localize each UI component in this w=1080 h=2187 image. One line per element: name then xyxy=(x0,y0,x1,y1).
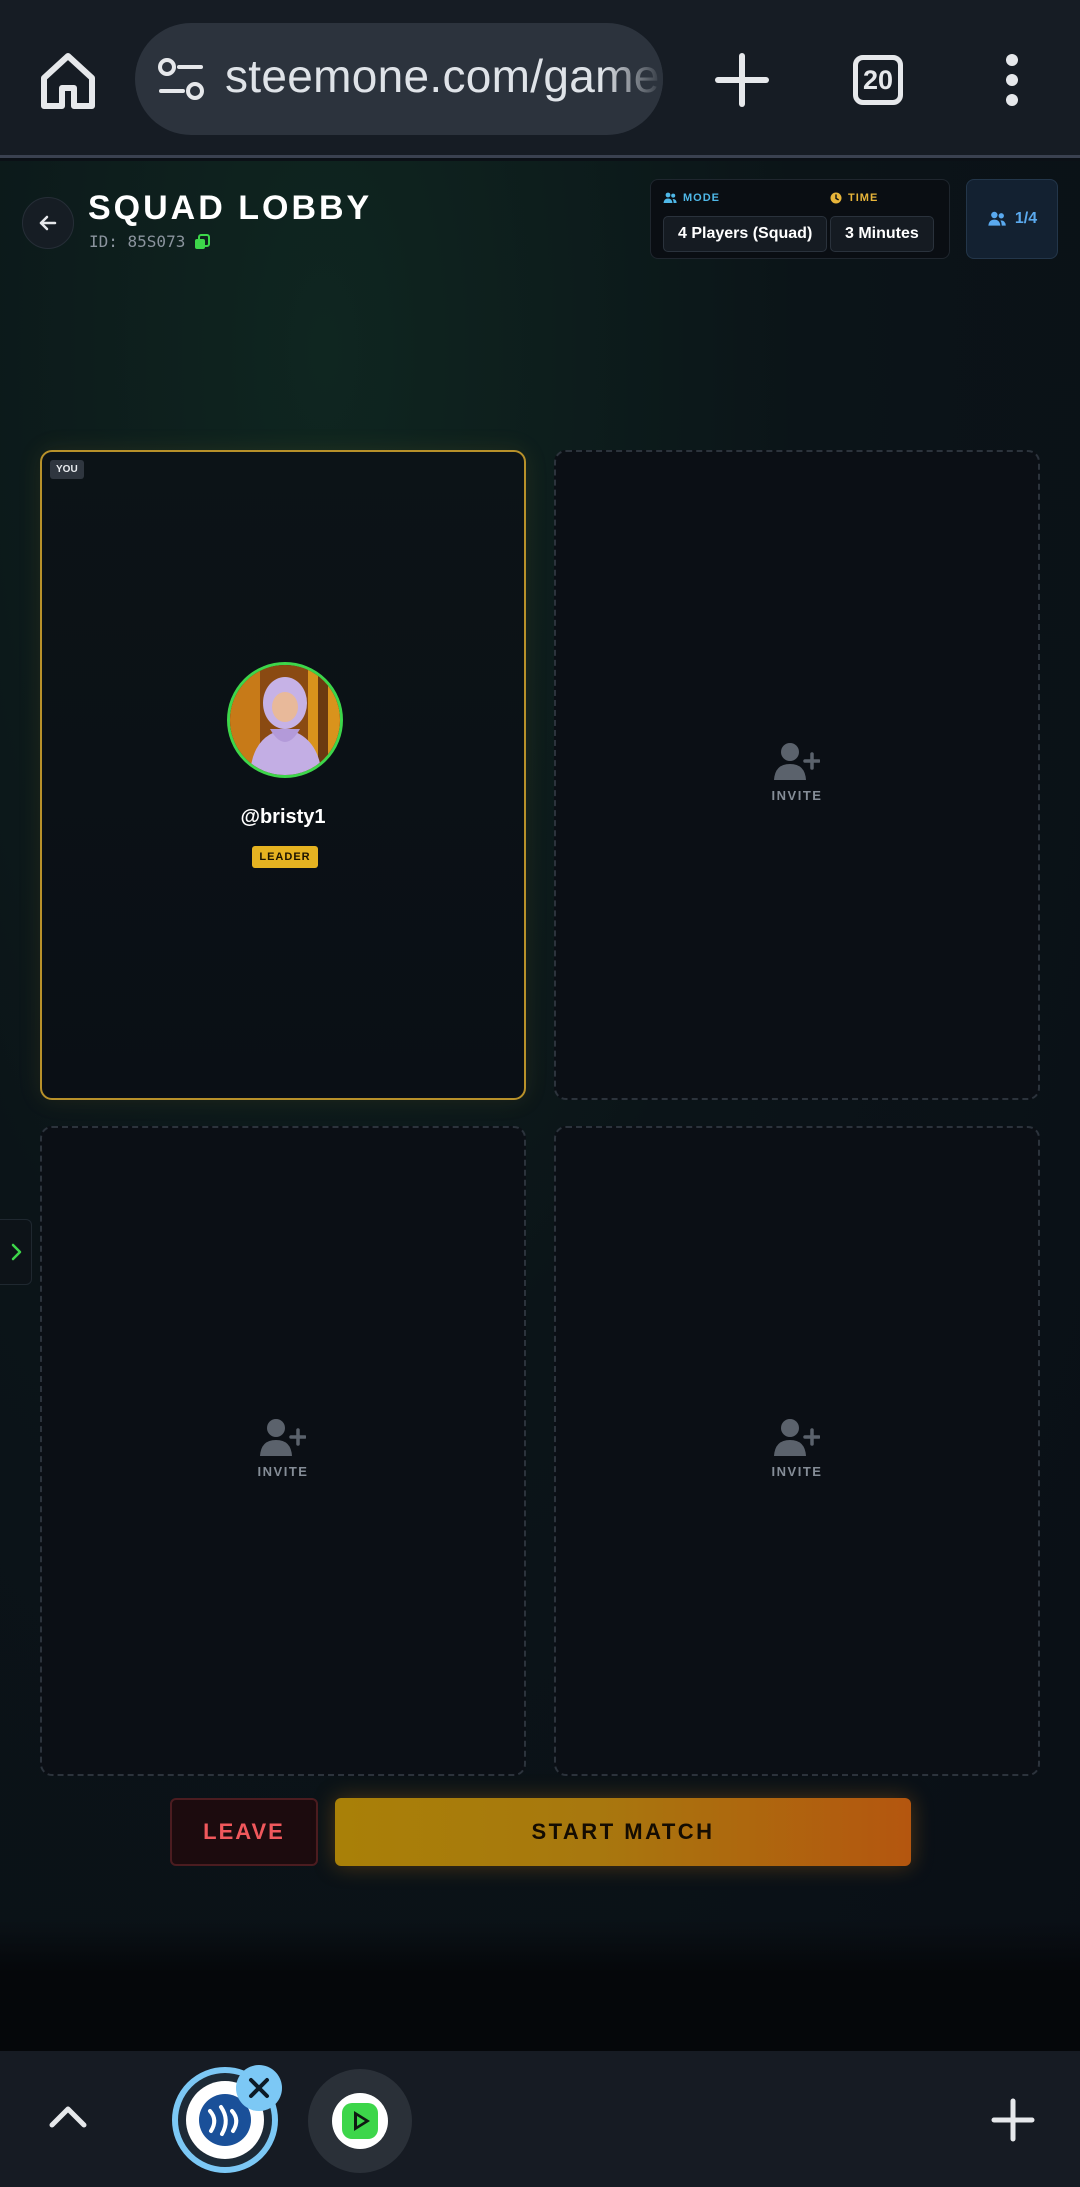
chevron-up-icon[interactable] xyxy=(46,2095,90,2139)
mode-select[interactable]: 4 Players (Squad) xyxy=(663,216,828,252)
user-plus-icon xyxy=(260,1419,306,1456)
copy-icon[interactable] xyxy=(193,233,211,251)
play-logo-icon xyxy=(342,2103,378,2139)
player-name: @bristy1 xyxy=(240,806,326,828)
lobby-page: SQUAD LOBBY ID: 85S073 MODE 4 Players (S… xyxy=(0,161,1080,2051)
chevron-right-icon xyxy=(11,1243,21,1261)
browser-toolbar: steemone.com/game 20 xyxy=(0,0,1080,158)
user-plus-icon xyxy=(774,1419,820,1456)
side-panel-toggle[interactable] xyxy=(0,1219,32,1285)
avatar[interactable] xyxy=(227,662,343,778)
match-settings-panel: MODE 4 Players (Squad) TIME 3 Minutes xyxy=(650,179,950,259)
mode-setting: MODE 4 Players (Squad) xyxy=(663,190,828,252)
time-label: TIME xyxy=(848,192,879,204)
lobby-id: ID: 85S073 xyxy=(89,232,211,251)
leader-badge: LEADER xyxy=(252,846,318,868)
invite-slot[interactable]: INVITE xyxy=(554,450,1040,1100)
you-badge: YOU xyxy=(50,460,84,479)
user-plus-icon xyxy=(774,743,820,780)
close-icon[interactable] xyxy=(236,2065,282,2111)
clock-icon xyxy=(830,192,842,204)
page-title: SQUAD LOBBY xyxy=(88,189,373,227)
player-count-badge: 1/4 xyxy=(966,179,1058,259)
tune-icon[interactable] xyxy=(157,57,205,101)
invite-label: INVITE xyxy=(257,1464,309,1479)
start-match-button[interactable]: START MATCH xyxy=(335,1798,911,1866)
url-text[interactable]: steemone.com/game xyxy=(225,49,660,103)
invite-slot[interactable]: INVITE xyxy=(554,1126,1040,1776)
tab-switcher-button[interactable]: 20 xyxy=(853,55,903,105)
users-icon xyxy=(988,211,1006,226)
game-app-icon[interactable] xyxy=(308,2069,412,2173)
users-icon xyxy=(663,192,677,203)
mode-label: MODE xyxy=(683,192,720,204)
invite-slot[interactable]: INVITE xyxy=(40,1126,526,1776)
more-vert-icon[interactable] xyxy=(994,52,1030,108)
invite-label: INVITE xyxy=(771,1464,823,1479)
arrow-left-icon xyxy=(39,215,57,231)
address-bar[interactable]: steemone.com/game xyxy=(135,23,663,135)
home-icon[interactable] xyxy=(36,48,100,112)
new-tab-button[interactable] xyxy=(710,48,774,112)
invite-label: INVITE xyxy=(771,788,823,803)
time-select[interactable]: 3 Minutes xyxy=(830,216,934,252)
back-button[interactable] xyxy=(22,197,74,249)
time-setting: TIME 3 Minutes xyxy=(830,190,934,252)
bottom-app-bar xyxy=(0,2051,1080,2187)
player-count-text: 1/4 xyxy=(1014,210,1038,227)
leave-button[interactable]: LEAVE xyxy=(170,1798,318,1866)
action-bar xyxy=(0,1921,1080,2051)
lobby-id-text: ID: 85S073 xyxy=(89,232,186,251)
player-slot-you: YOU @bristy1 LEADER xyxy=(40,450,526,1100)
plus-icon[interactable] xyxy=(990,2097,1036,2143)
